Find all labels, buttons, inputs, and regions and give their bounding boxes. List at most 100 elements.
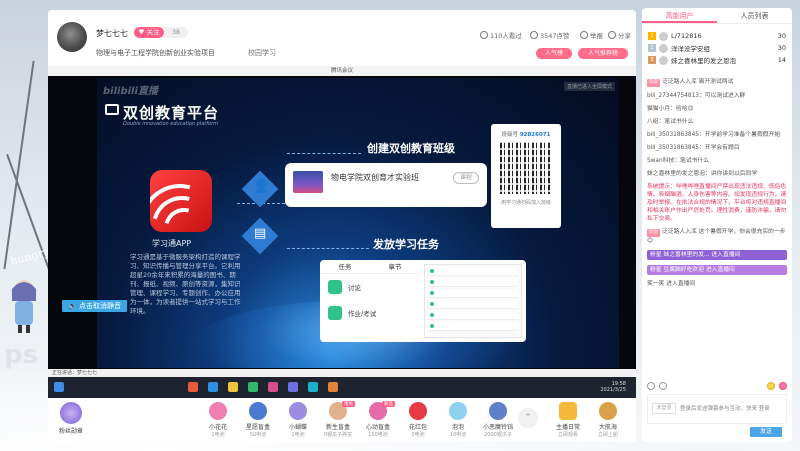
taskbar-app-icon	[248, 382, 258, 392]
gift-bar: 粉丝勋章 小花花 1电池 星愿盲盒 50电池 小蝴蝶 1电池 限免 新生盲盒 0…	[48, 398, 636, 442]
medal-icon	[60, 402, 82, 424]
avatar	[659, 55, 668, 65]
taskbar-app-icon	[288, 382, 298, 392]
rank-number-icon: 3	[648, 56, 656, 64]
step-assign-tasks-title: 发放学习任务	[373, 238, 439, 251]
presentation-slide: bilibili直播 直播已进入全屏模式 双创教育平台 Double innov…	[97, 78, 619, 368]
qr-footer: 用学习通扫码加入班级	[500, 200, 551, 206]
app-label: 学习通APP	[152, 239, 192, 248]
guard-button[interactable]: 大航海 立即上船	[591, 402, 625, 438]
list-item	[428, 322, 518, 331]
danmaku-input[interactable]: 未登录 登录后发送弹幕参与互动，快来 登录	[647, 394, 787, 424]
chat-message: 猫猫小月：哈哈😊	[647, 106, 694, 112]
class-course-button: 课程	[453, 172, 479, 184]
monitor-icon	[105, 104, 119, 115]
gift-item[interactable]: 限免 新生盲盒 0银瓜子购买	[321, 401, 355, 438]
gift-item[interactable]: 小花花 1电池	[201, 402, 235, 438]
chat-message: 八组：笔试书什么	[647, 119, 694, 125]
gift-name: 新生盲盒	[325, 424, 350, 431]
tab-high-energy-users[interactable]: 高能用户	[642, 8, 717, 23]
gift-name: 大航海	[598, 424, 617, 431]
share-button[interactable]: 分享	[608, 30, 631, 40]
task-panel: 任务 章节 讨论 作业/考试	[320, 260, 526, 342]
gift-price: 0电池	[411, 432, 425, 438]
streamer-avatar[interactable]	[57, 22, 87, 52]
connector-line	[287, 248, 369, 249]
gift-name: 小蝴蝶	[288, 424, 307, 431]
streamer-name[interactable]: 梦七七七	[96, 28, 128, 39]
list-item[interactable]: 2 洋洋没学安组 30	[642, 42, 792, 54]
more-gifts-button[interactable]: ⌃	[518, 408, 538, 428]
tree-decoration	[3, 60, 35, 270]
fan-club-medal-label: 粉丝勋章	[58, 428, 83, 435]
chat-message: bili_35031863845：开学会有题目	[647, 145, 740, 151]
taskbar-app-icon	[308, 382, 318, 392]
butterfly-gift-icon	[289, 402, 307, 420]
class-qr-card: 班级号 92826071 用学习通扫码加入班级	[491, 124, 561, 228]
report-button[interactable]: 举报	[580, 30, 603, 40]
gift-item[interactable]: 小恶魔铃铛 2000银瓜子	[481, 402, 515, 438]
popularity-rank-pill[interactable]: 人气榜	[536, 48, 572, 59]
chat-message: 妹之喜林里的发之恩泡：讲你讲到以后同学	[647, 171, 758, 177]
chat-message-list: 欢迎 泛泛路人入浑 离开测试两试 bili_27344754813：可以测试进入群…	[642, 78, 792, 378]
rank-number-icon: 2	[648, 44, 656, 52]
list-item[interactable]: 3 妹之喜林里的发之恩泡 14	[642, 54, 792, 66]
gift-item[interactable]: 星愿盲盒 50电池	[241, 402, 275, 438]
gift-icon[interactable]	[779, 382, 787, 390]
list-item	[428, 278, 518, 287]
send-button[interactable]: 发送	[750, 427, 782, 437]
bubble-gift-icon	[449, 402, 467, 420]
bell-gift-icon	[489, 402, 507, 420]
rank-list: 1 L/712816 30 2 洋洋没学安组 30 3 妹之喜林里的发之恩泡 1…	[642, 30, 792, 66]
gift-name: 心动盲盒	[365, 424, 390, 431]
chat-message: 欢迎 泛泛路人入浑 这个暑假开学，你会很充实的一步😊	[647, 229, 786, 244]
fan-club-medal-button[interactable]: 粉丝勋章	[54, 402, 88, 435]
stat-likes[interactable]: 3547点赞	[530, 30, 570, 40]
gift-item[interactable]: 新品 心动盲盒 150电池	[361, 401, 395, 438]
gift-name: 小花花	[208, 424, 227, 431]
red-envelope-gift-icon	[409, 402, 427, 420]
qr-class-code: 92826071	[519, 132, 551, 138]
document-icon: ▤	[254, 226, 267, 241]
rank-score: 30	[777, 44, 786, 52]
gift-name: 泡泡	[451, 424, 464, 431]
gift-price: 50电池	[249, 432, 267, 438]
room-header: 梦七七七 ♥ 关注 38 物理与电子工程学院创新创业实验项目 校园学习 110人…	[48, 10, 636, 66]
gift-item[interactable]: 小蝴蝶 1电池	[281, 402, 315, 438]
gift-price: 0银瓜子购买	[323, 432, 353, 438]
list-item[interactable]: 1 L/712816 30	[642, 30, 792, 42]
task-row-label: 讨论	[348, 284, 361, 292]
gift-name: 星愿盲盒	[245, 424, 270, 431]
task-row-discussion: 讨论	[328, 280, 418, 294]
avatar	[659, 43, 668, 53]
task-preview-list	[424, 264, 522, 338]
chat-panel: 高能用户 人员列表 1 L/712816 30 2 洋洋没学安组 30 3 妹之…	[642, 8, 792, 442]
room-category[interactable]: 校园学习	[248, 48, 276, 58]
unmute-button[interactable]: 🔈 点击取消静音	[62, 300, 127, 312]
background-hungry-text: hungry	[8, 245, 51, 268]
login-badge: 未登录	[652, 403, 676, 414]
gift-name: 小恶魔铃铛	[482, 424, 513, 431]
fullscreen-notice: 直播已进入全屏模式	[563, 82, 615, 91]
gift-item[interactable]: 泡泡 10电池	[441, 402, 475, 438]
anchor-daily-button[interactable]: 主播日常 立即观看	[551, 402, 585, 438]
danmaku-icon[interactable]	[659, 382, 667, 390]
gift-price: 1电池	[211, 432, 225, 438]
task-row-homework: 作业/考试	[328, 306, 418, 320]
report-icon	[580, 31, 588, 39]
list-item	[428, 289, 518, 298]
chat-message: Swan科技：笔试书什么	[647, 158, 710, 164]
gift-item[interactable]: 花红包 0电池	[401, 402, 435, 438]
emoji-icon[interactable]	[767, 382, 775, 390]
chat-message: bili_35031863845：开学前学习准备个暑假假开始	[647, 132, 781, 138]
tab-member-list[interactable]: 人员列表	[717, 8, 792, 23]
gift-price: 立即上船	[597, 432, 618, 438]
list-item	[428, 300, 518, 309]
rank-number-icon: 1	[648, 32, 656, 40]
taskbar-app-icon	[228, 382, 238, 392]
background-lettering: ps	[4, 340, 39, 370]
recommend-rank-pill[interactable]: 人气推荐榜	[578, 48, 628, 59]
follow-button[interactable]: ♥ 关注	[134, 27, 164, 38]
settings-icon[interactable]	[647, 382, 655, 390]
video-player[interactable]: 腾讯会议 bilibili直播 直播已进入全屏模式 双创教育平台 Double …	[48, 66, 636, 398]
